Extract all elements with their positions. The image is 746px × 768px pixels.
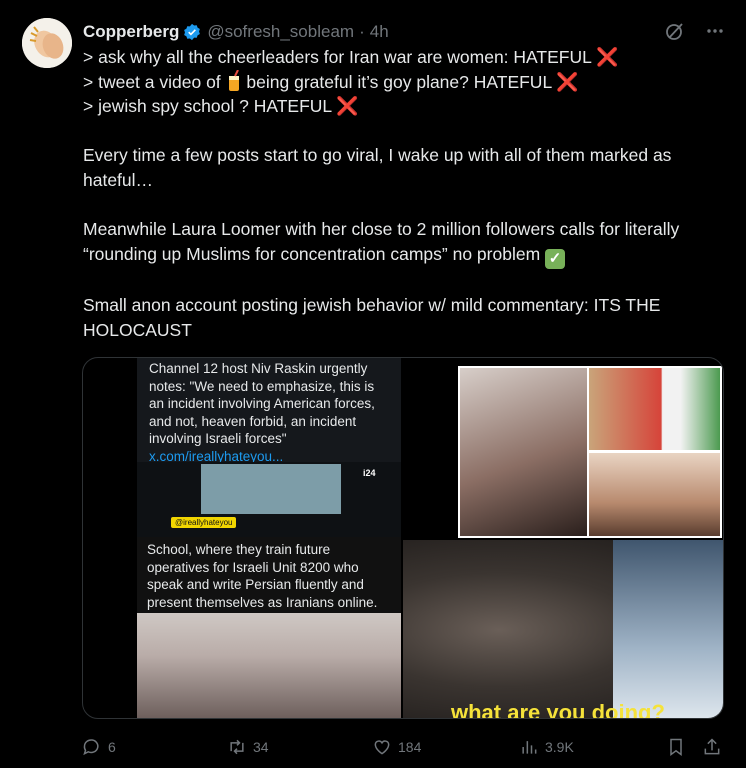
views-button[interactable]: 3.9K: [519, 735, 574, 759]
paragraph-4: Small anon account posting jewish behavi…: [83, 295, 661, 340]
beverage-emoji-icon: [228, 69, 239, 91]
separator-dot: ·: [359, 22, 365, 41]
reply-button[interactable]: 6: [82, 735, 116, 759]
x-mark-icon: ❌: [336, 96, 359, 117]
reply-count: 6: [108, 739, 116, 755]
school-caption: School, where they train future operativ…: [137, 537, 401, 613]
media-image-left[interactable]: Channel 12 host Niv Raskin urgently note…: [137, 358, 401, 718]
display-name[interactable]: Copperberg: [83, 22, 179, 42]
check-mark-icon: ✓: [545, 248, 566, 269]
share-button[interactable]: [702, 735, 722, 759]
photo-woman-flag: [589, 368, 720, 450]
media-image-collage[interactable]: [458, 366, 722, 538]
handle[interactable]: @sofresh_sobleam: [207, 22, 354, 42]
background-scene: [613, 540, 723, 718]
media-image-man[interactable]: what are you doing?: [403, 540, 723, 719]
photo-woman-3: [589, 453, 720, 536]
tweet-header: Copperberg @sofresh_sobleam · 4h: [83, 20, 726, 44]
views-chart-icon: [522, 741, 537, 754]
repost-count: 34: [253, 739, 269, 755]
bookmark-button[interactable]: [666, 735, 686, 759]
like-count: 184: [398, 739, 422, 755]
views-count: 3.9K: [545, 739, 574, 755]
text-line-2: > tweet a video of being grateful it’s g…: [83, 69, 728, 95]
grok-icon[interactable]: [664, 20, 686, 42]
heart-icon: [374, 740, 390, 755]
share-icon: [704, 738, 720, 755]
line-2-text-before: > tweet a video of: [83, 71, 226, 92]
screenshot-text-block: Channel 12 host Niv Raskin urgently note…: [137, 358, 401, 464]
photo-woman-1: [460, 368, 587, 536]
watermark-tag: @ireallyhateyou: [171, 517, 237, 528]
line-1-text: > ask why all the cheerleaders for Iran …: [83, 47, 592, 67]
media-grid[interactable]: Channel 12 host Niv Raskin urgently note…: [82, 357, 724, 719]
verified-badge-icon: [184, 23, 201, 41]
more-options-icon[interactable]: [704, 20, 726, 42]
sky-image: [201, 464, 341, 514]
text-line-3: > jewish spy school ? HATEFUL ❌: [83, 94, 728, 119]
line-3-text: > jewish spy school ? HATEFUL: [83, 96, 332, 117]
timestamp[interactable]: 4h: [370, 22, 389, 42]
meme-caption: what are you doing?: [451, 700, 665, 719]
paragraph-3-text: Meanwhile Laura Loomer with her close to…: [83, 219, 680, 264]
screenshot-quote: Channel 12 host Niv Raskin urgently note…: [149, 361, 375, 446]
text-line-1: > ask why all the cheerleaders for Iran …: [83, 45, 728, 70]
action-bar: 6 34 184 3.9K: [82, 735, 728, 759]
x-mark-icon: ❌: [556, 71, 579, 92]
repost-icon: [230, 739, 244, 755]
tweet-text: > ask why all the cheerleaders for Iran …: [83, 45, 728, 343]
classroom-image: [137, 613, 401, 718]
bookmark-icon: [670, 738, 682, 756]
video-frame: @ireallyhateyou i24: [137, 462, 401, 537]
like-button[interactable]: 184: [372, 735, 421, 759]
paragraph-3: Meanwhile Laura Loomer with her close to…: [83, 217, 728, 269]
paragraph-2: Every time a few posts start to go viral…: [83, 145, 672, 190]
clapping-hands-icon: [22, 18, 72, 68]
x-mark-icon: ❌: [596, 47, 619, 67]
line-2-text-after: being grateful it’s goy plane? HATEFUL: [246, 71, 552, 92]
i24-logo: i24: [363, 468, 376, 478]
reply-icon: [83, 739, 99, 756]
avatar[interactable]: [22, 18, 72, 68]
repost-button[interactable]: 34: [227, 735, 269, 759]
